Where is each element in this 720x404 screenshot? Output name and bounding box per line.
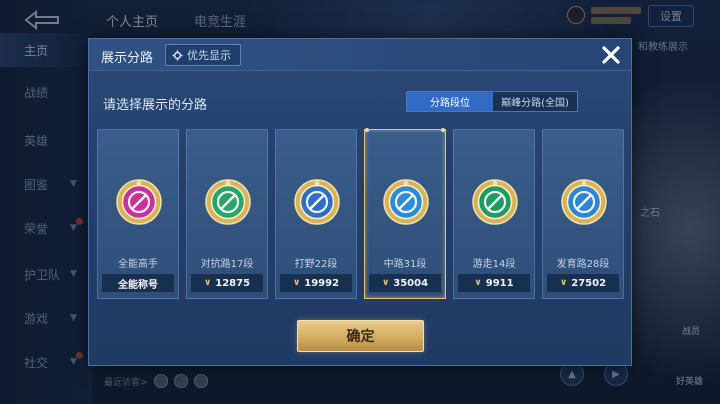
lane-card-score-value: 全能称号 <box>118 279 158 291</box>
lane-card-score: 全能称号 <box>102 274 174 292</box>
lane-card-name: 对抗路17段 <box>200 259 254 270</box>
lane-card-score-value: 19992 <box>304 277 340 289</box>
confirm-button[interactable]: 确定 <box>297 320 424 352</box>
lane-card-name: 游走14段 <box>472 259 516 270</box>
gear-icon <box>172 49 183 61</box>
selection-corner <box>441 128 445 132</box>
tab-peak-lane[interactable]: 巅峰分路(全国) <box>493 92 577 111</box>
lane-card-name: 发育路28段 <box>556 259 610 270</box>
lane-card-score-value: 12875 <box>215 277 251 289</box>
roam-emblem-icon <box>472 179 518 225</box>
lane-display-modal: 展示分路 优先显示 请选择展示的分路 分路段位 巅峰分路(全国) 全能高手全能称… <box>88 38 632 366</box>
rank-chevron-icon: ∨ <box>292 278 301 288</box>
lane-card[interactable]: 游走14段 ∨ 9911 <box>453 129 535 299</box>
priority-display-button[interactable]: 优先显示 <box>165 44 241 66</box>
lane-card-name: 中路31段 <box>383 259 427 270</box>
lane-card-score: ∨ 9911 <box>458 274 530 292</box>
lane-card-score: ∨ 27502 <box>547 274 619 292</box>
selection-corner <box>365 128 369 132</box>
rank-chevron-icon: ∨ <box>474 278 482 288</box>
lane-card[interactable]: 中路31段 ∨ 35004 <box>364 128 446 299</box>
tab-lane-rank[interactable]: 分路段位 <box>407 92 493 111</box>
close-icon <box>602 46 620 64</box>
rank-chevron-icon: ∨ <box>203 278 212 288</box>
close-button[interactable] <box>598 42 624 68</box>
lane-card-score: ∨ 19992 <box>280 274 352 292</box>
lane-card[interactable]: 对抗路17段 ∨ 12875 <box>186 129 268 299</box>
jungle-emblem-icon <box>294 179 340 225</box>
selection-prompt: 请选择展示的分路 <box>103 98 208 113</box>
lane-card[interactable]: 发育路28段 ∨ 27502 <box>542 129 624 299</box>
rank-chevron-icon: ∨ <box>381 278 390 288</box>
lane-card[interactable]: 全能高手 全能称号 <box>97 129 179 299</box>
modal-title: 展示分路 <box>101 51 154 66</box>
lane-card[interactable]: 打野22段 ∨ 19992 <box>275 129 357 299</box>
lane-card-name: 打野22段 <box>294 259 338 270</box>
lane-card-name: 全能高手 <box>118 259 158 270</box>
rank-chevron-icon: ∨ <box>559 278 568 288</box>
farm-lane-emblem-icon <box>561 179 607 225</box>
lane-card-score-value: 35004 <box>393 277 429 289</box>
lane-card-score: ∨ 12875 <box>191 274 263 292</box>
lane-card-score-value: 9911 <box>485 277 514 289</box>
modal-header: 展示分路 优先显示 <box>89 39 631 71</box>
lane-card-score: ∨ 35004 <box>369 274 441 292</box>
lane-mode-toggle: 分路段位 巅峰分路(全国) <box>406 91 578 112</box>
lane-card-score-value: 27502 <box>571 277 607 289</box>
priority-display-label: 优先显示 <box>187 49 231 62</box>
mid-lane-emblem-icon <box>383 179 429 225</box>
allround-emblem-icon <box>116 179 162 225</box>
clash-lane-emblem-icon <box>205 179 251 225</box>
